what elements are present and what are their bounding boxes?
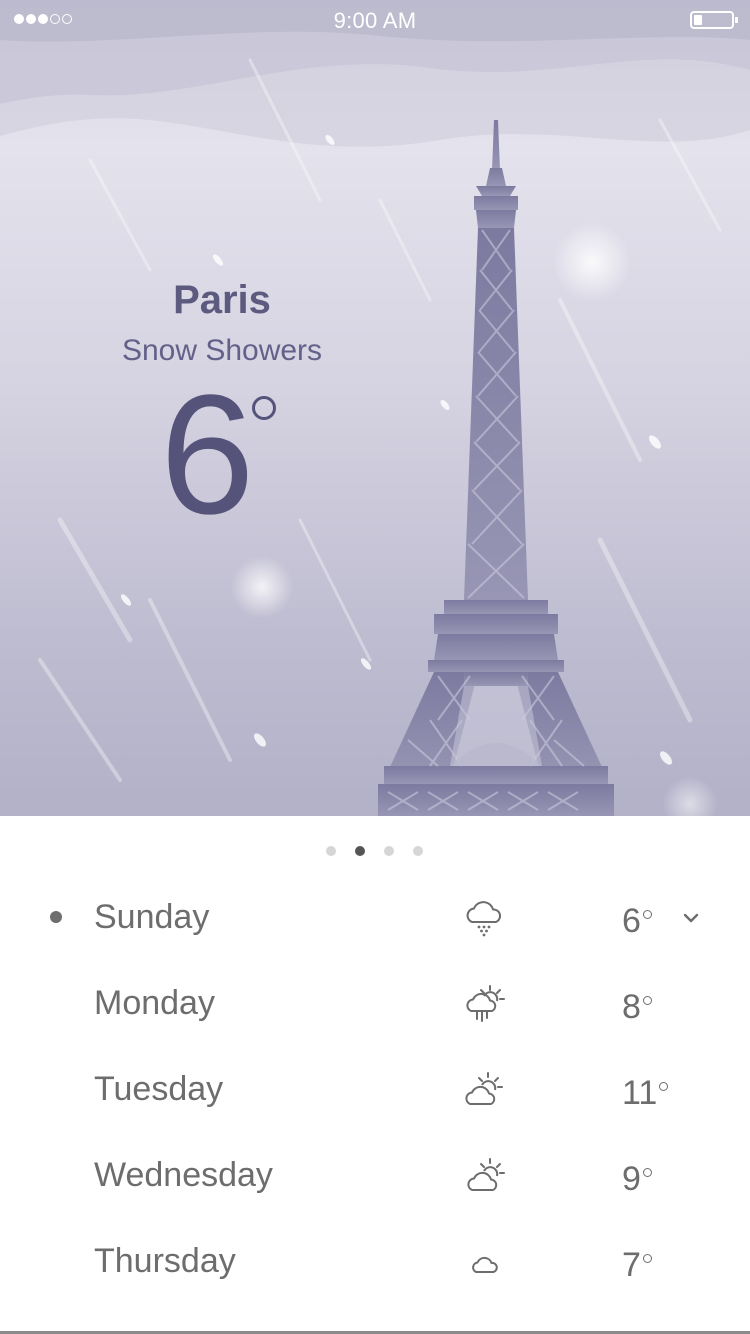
- page-dot-active[interactable]: [355, 846, 365, 856]
- chevron-down-icon[interactable]: [682, 912, 700, 924]
- selected-indicator: [50, 911, 62, 923]
- forecast-day: Wednesday: [94, 1156, 273, 1194]
- page-indicator: [0, 846, 750, 856]
- forecast-row-monday[interactable]: Monday 8: [0, 954, 750, 1040]
- forecast-row-thursday[interactable]: Thursday 7: [0, 1212, 750, 1298]
- battery-icon: [690, 11, 738, 29]
- city-name: Paris: [173, 278, 271, 322]
- snow-cloud-icon: [466, 901, 502, 937]
- forecast-row-tuesday[interactable]: Tuesday 11: [0, 1040, 750, 1126]
- forecast-day: Monday: [94, 984, 215, 1022]
- forecast-temp: 11: [622, 1074, 682, 1113]
- cloud-icon: [472, 1256, 498, 1273]
- forecast-row-sunday[interactable]: Sunday 6: [0, 868, 750, 954]
- eiffel-tower-illustration: [378, 120, 614, 816]
- forecast-temp: 7: [622, 1246, 682, 1285]
- snow-glow: [230, 555, 294, 619]
- degree-icon: [252, 396, 276, 420]
- partly-cloudy-icon: [467, 1158, 505, 1191]
- weather-hero: 9:00 AM Paris Snow Showers 6: [0, 0, 750, 816]
- page-dot[interactable]: [326, 846, 336, 856]
- forecast-day: Tuesday: [94, 1070, 224, 1108]
- status-time: 9:00 AM: [333, 8, 417, 33]
- forecast-temp: 6: [622, 902, 682, 941]
- status-bar: 9:00 AM: [0, 0, 750, 40]
- snow-streaks: [38, 58, 722, 782]
- forecast-row-wednesday[interactable]: Wednesday 9: [0, 1126, 750, 1212]
- forecast-temp: 8: [622, 988, 682, 1027]
- forecast-day: Sunday: [94, 898, 210, 936]
- partly-cloudy-icon: [465, 1072, 503, 1105]
- forecast-day: Thursday: [94, 1242, 236, 1280]
- page-dot[interactable]: [384, 846, 394, 856]
- forecast-temp: 9: [622, 1160, 682, 1199]
- page-dot[interactable]: [413, 846, 423, 856]
- sun-rain-cloud-icon: [466, 985, 505, 1022]
